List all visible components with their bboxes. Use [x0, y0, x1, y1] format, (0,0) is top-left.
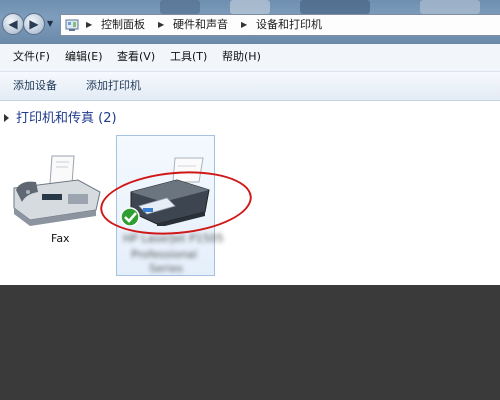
forward-button[interactable]: ▶ — [23, 13, 45, 35]
devices-and-printers-window: ◀ ▶ ▼ ▶ 控制面板 ▶ 硬件和声音 ▶ 设备和打印机 文件(F) 编辑(E… — [0, 0, 500, 285]
collapse-arrow-icon[interactable] — [4, 114, 9, 122]
printer-label-line3: Series — [149, 262, 183, 275]
title-bar: ◀ ▶ ▼ ▶ 控制面板 ▶ 硬件和声音 ▶ 设备和打印机 — [0, 0, 500, 44]
breadcrumb-hardware-sound[interactable]: 硬件和声音 — [173, 18, 228, 32]
command-bar: 添加设备 添加打印机 — [0, 72, 500, 101]
add-printer-button[interactable]: 添加打印机 — [86, 79, 141, 93]
group-title: 打印机和传真 (2) — [16, 111, 117, 126]
menu-view[interactable]: 查看(V) — [117, 50, 155, 64]
breadcrumb-separator-icon[interactable]: ▶ — [86, 18, 92, 32]
back-button[interactable]: ◀ — [2, 13, 24, 35]
printer-label-line2: Professional — [131, 248, 198, 261]
menu-tools[interactable]: 工具(T) — [170, 50, 207, 64]
breadcrumb-devices-printers[interactable]: 设备和打印机 — [256, 18, 322, 32]
fax-label: Fax — [51, 232, 70, 245]
control-panel-icon — [65, 19, 79, 31]
breadcrumb-separator-icon[interactable]: ▶ — [158, 18, 164, 32]
recent-pages-dropdown[interactable]: ▼ — [47, 20, 55, 28]
add-device-button[interactable]: 添加设备 — [13, 79, 57, 93]
fax-device[interactable]: Fax — [8, 150, 108, 250]
menu-edit[interactable]: 编辑(E) — [65, 50, 103, 64]
address-bar[interactable]: ▶ 控制面板 ▶ 硬件和声音 ▶ 设备和打印机 — [60, 14, 500, 36]
breadcrumb-control-panel[interactable]: 控制面板 — [101, 18, 145, 32]
menu-file[interactable]: 文件(F) — [13, 50, 50, 64]
fax-icon — [13, 155, 101, 226]
menu-bar: 文件(F) 编辑(E) 查看(V) 工具(T) 帮助(H) — [0, 44, 500, 72]
breadcrumb-separator-icon[interactable]: ▶ — [241, 18, 247, 32]
menu-help[interactable]: 帮助(H) — [222, 50, 261, 64]
